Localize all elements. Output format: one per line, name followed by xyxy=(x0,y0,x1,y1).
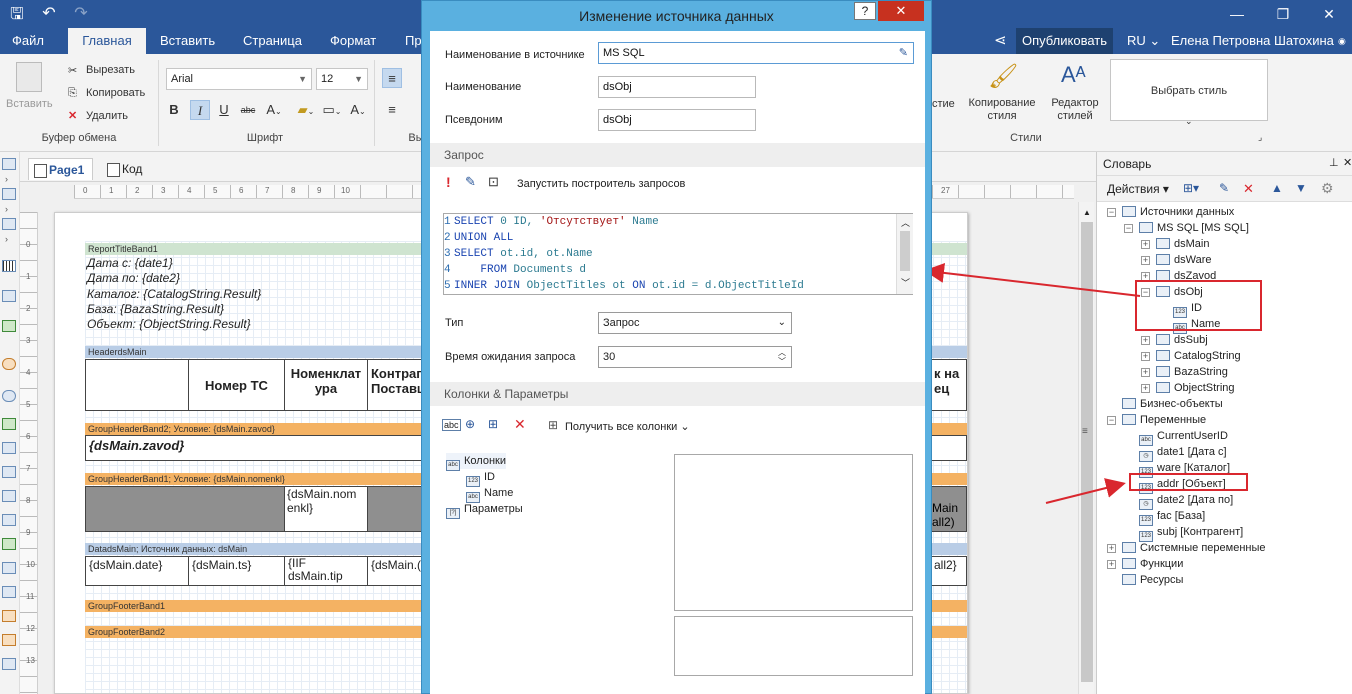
source-name-value: MS SQL xyxy=(603,47,645,59)
name-input[interactable]: dsObj xyxy=(598,76,756,98)
alias-label: Псевдоним xyxy=(445,114,503,126)
get-all-columns-label: Получить все колонки xyxy=(565,421,678,433)
add-column-icon[interactable]: abc xyxy=(442,419,461,431)
add-calc-column-icon[interactable]: ⊕ xyxy=(465,417,475,431)
sql-line-4: 4 FROM Documents d xyxy=(444,264,587,276)
sql-line-1: 1 SELECT 0 ID, 'Отсутствует' Name xyxy=(444,216,659,228)
columns-tree-item[interactable]: 123 ID xyxy=(466,469,495,487)
table-icon: ⊞ xyxy=(548,418,559,432)
timeout-value: 30 xyxy=(603,351,616,363)
type-value: Запрос xyxy=(603,317,640,329)
sql-line-2: 2 UNION ALL xyxy=(444,232,514,244)
columns-tree-label: ID xyxy=(484,471,495,483)
chevron-down-icon: ⌄ xyxy=(777,317,786,328)
column-description-panel[interactable] xyxy=(674,616,913,676)
edit-query-icon[interactable]: ✎ xyxy=(465,174,476,190)
columns-tree: abc Колонки 123 ID abc Name [?] Параметры xyxy=(446,453,666,533)
field-type-icon: abc xyxy=(446,460,460,471)
column-properties-panel[interactable] xyxy=(674,454,913,611)
sql-scrollbar[interactable]: ︿ ﹀ xyxy=(896,214,913,294)
sql-editor[interactable]: 1 SELECT 0 ID, 'Отсутствует' Name 2 UNION … xyxy=(443,213,913,295)
columns-tree-label: Name xyxy=(484,487,514,499)
exclamation-icon[interactable]: ! xyxy=(446,174,451,190)
arrow-to-addr xyxy=(1045,478,1126,504)
alias-input[interactable]: dsObj xyxy=(598,109,756,131)
add-parameter-icon[interactable]: ⊞ xyxy=(488,417,498,431)
sql-line-5: 5 INNER JOIN ObjectTitles ot ON ot.id = d… xyxy=(444,280,804,292)
arrow-to-sql xyxy=(924,262,1141,297)
columns-tree-item[interactable]: abc Name xyxy=(466,485,514,503)
stepper-arrows-icon[interactable]: ︿ ﹀ xyxy=(778,348,786,366)
pencil-icon[interactable]: ✎ xyxy=(899,43,908,63)
get-all-columns-button[interactable]: Получить все колонки ⌄ xyxy=(565,420,690,433)
dialog-body: Наименование в источнике MS SQL ✎ Наимено… xyxy=(430,31,925,694)
field-type-icon: [?] xyxy=(446,508,460,519)
columns-params-section: Колонки & Параметры xyxy=(430,382,925,406)
close-dialog-button[interactable]: ✕ xyxy=(878,1,924,21)
source-name-input[interactable]: MS SQL ✎ xyxy=(598,42,914,64)
run-query-builder-button[interactable]: Запустить построитель запросов xyxy=(517,178,685,190)
timeout-label: Время ожидания запроса xyxy=(445,351,576,363)
query-preview-icon[interactable]: ⊡ xyxy=(488,174,499,190)
columns-tree-label: Колонки xyxy=(464,455,506,467)
chevron-up-icon[interactable]: ︿ xyxy=(901,216,910,229)
source-name-label: Наименование в источнике xyxy=(445,49,585,61)
chevron-down-icon[interactable]: ﹀ xyxy=(901,276,910,289)
columns-tree-item[interactable]: [?] Параметры xyxy=(446,501,523,519)
app-window: 🖫 ↶ ↷ — ❐ ✕ Файл Главная Вставить Страни… xyxy=(0,0,1352,694)
delete-column-icon[interactable]: ✕ xyxy=(514,416,526,433)
timeout-stepper[interactable]: 30 ︿ ﹀ xyxy=(598,346,792,368)
type-select[interactable]: Запрос ⌄ xyxy=(598,312,792,334)
type-label: Тип xyxy=(445,317,464,329)
help-button[interactable]: ? xyxy=(854,2,876,20)
sql-line-3: 3 SELECT ot.id, ot.Name xyxy=(444,248,593,260)
edit-data-source-dialog: Изменение источника данных ? ✕ Наименова… xyxy=(421,0,932,694)
query-section: Запрос xyxy=(430,143,925,167)
scroll-thumb[interactable] xyxy=(900,231,910,271)
columns-tree-item[interactable]: abc Колонки xyxy=(446,453,506,471)
name-label: Наименование xyxy=(445,81,522,93)
columns-tree-label: Параметры xyxy=(464,503,523,515)
